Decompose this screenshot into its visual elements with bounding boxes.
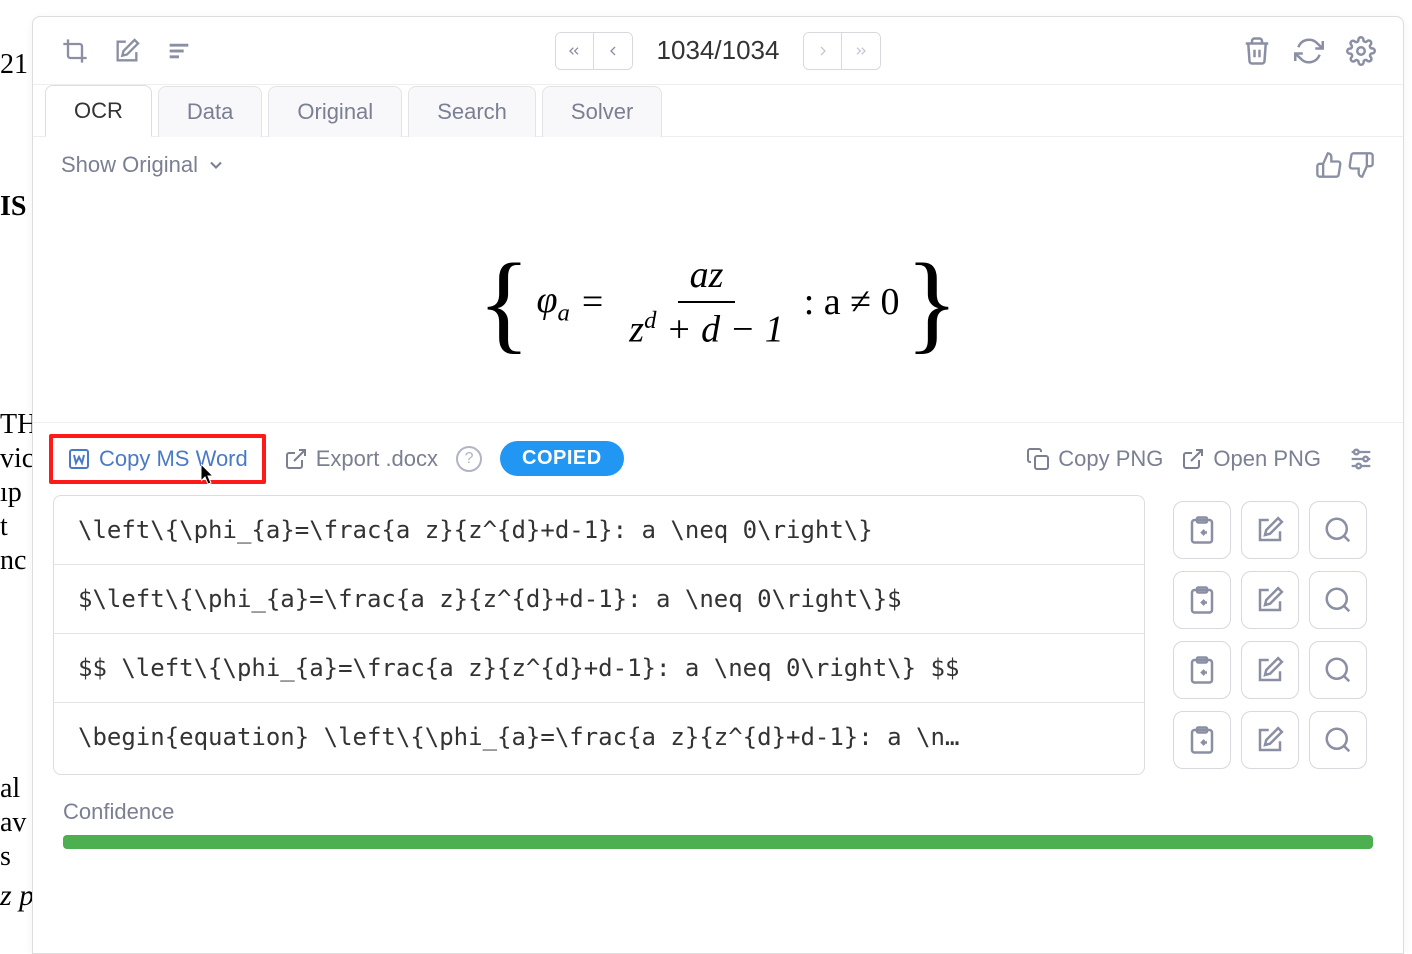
delete-button[interactable] <box>1235 29 1279 73</box>
thumbs-up-icon[interactable] <box>1315 151 1343 179</box>
copy-button[interactable] <box>1173 711 1231 769</box>
confidence-label: Confidence <box>63 799 1373 825</box>
copy-word-highlight: Copy MS Word <box>49 434 266 484</box>
page-navigator: 1034/1034 <box>555 32 882 70</box>
export-docx-label: Export .docx <box>316 446 438 472</box>
code-text[interactable]: $\left\{\phi_{a}=\frac{a z}{z^{d}+d-1}: … <box>54 565 1144 633</box>
bg-text: nc <box>0 542 26 580</box>
show-original-toggle[interactable]: Show Original <box>61 152 226 178</box>
bg-text: IS <box>0 188 26 226</box>
edit-button[interactable] <box>1241 641 1299 699</box>
confidence-section: Confidence <box>63 799 1373 849</box>
row-actions <box>1165 711 1383 769</box>
copy-button[interactable] <box>1173 571 1231 629</box>
edit-button[interactable] <box>1241 501 1299 559</box>
copy-button[interactable] <box>1173 641 1231 699</box>
tab-bar: OCR Data Original Search Solver <box>33 85 1403 137</box>
search-button[interactable] <box>1309 501 1367 559</box>
export-docx-button[interactable]: Export .docx <box>284 446 438 472</box>
crop-button[interactable] <box>53 29 97 73</box>
list-button[interactable] <box>157 29 201 73</box>
page-counter: 1034/1034 <box>645 35 792 66</box>
tab-ocr[interactable]: OCR <box>45 85 152 137</box>
copy-png-label: Copy PNG <box>1058 446 1163 472</box>
last-page-button[interactable] <box>842 33 880 69</box>
bg-text: t <box>0 508 8 546</box>
bg-text: 21 <box>0 46 28 84</box>
code-row: \begin{equation} \left\{\phi_{a}=\frac{a… <box>54 702 1144 771</box>
edit-button[interactable] <box>1241 571 1299 629</box>
tab-data[interactable]: Data <box>158 86 262 137</box>
action-bar: Copy MS Word Export .docx ? COPIED Copy … <box>33 422 1403 495</box>
code-row: $$ \left\{\phi_{a}=\frac{a z}{z^{d}+d-1}… <box>54 633 1144 702</box>
bg-text: av <box>0 804 26 842</box>
open-png-label: Open PNG <box>1213 446 1321 472</box>
copy-png-button[interactable]: Copy PNG <box>1026 446 1163 472</box>
bg-text: al <box>0 770 20 808</box>
edit-button[interactable] <box>1241 711 1299 769</box>
search-button[interactable] <box>1309 711 1367 769</box>
open-icon <box>1181 447 1205 471</box>
tab-solver[interactable]: Solver <box>542 86 662 137</box>
word-icon <box>67 447 91 471</box>
show-original-label: Show Original <box>61 152 198 178</box>
top-toolbar: 1034/1034 <box>33 17 1403 85</box>
cursor-icon <box>201 464 217 486</box>
search-button[interactable] <box>1309 571 1367 629</box>
row-actions <box>1165 501 1383 559</box>
search-button[interactable] <box>1309 641 1367 699</box>
equation: { φa = az zd + d − 1 : a ≠ 0 } <box>478 253 959 352</box>
copy-icon <box>1026 447 1050 471</box>
copy-ms-word-label: Copy MS Word <box>99 446 248 472</box>
tab-original[interactable]: Original <box>268 86 402 137</box>
thumbs-down-icon[interactable] <box>1347 151 1375 179</box>
code-list: \left\{\phi_{a}=\frac{a z}{z^{d}+d-1}: a… <box>53 495 1145 775</box>
code-text[interactable]: $$ \left\{\phi_{a}=\frac{a z}{z^{d}+d-1}… <box>54 634 1144 702</box>
sliders-button[interactable] <box>1339 437 1383 481</box>
bg-text: vic <box>0 440 34 478</box>
subheader: Show Original <box>33 137 1403 193</box>
next-page-button[interactable] <box>804 33 842 69</box>
confidence-bar <box>63 835 1373 849</box>
tab-search[interactable]: Search <box>408 86 536 137</box>
reload-button[interactable] <box>1287 29 1331 73</box>
copy-button[interactable] <box>1173 501 1231 559</box>
nav-first-prev <box>555 32 633 70</box>
row-actions <box>1165 571 1383 629</box>
bg-text: s <box>0 838 11 876</box>
code-row: $\left\{\phi_{a}=\frac{a z}{z^{d}+d-1}: … <box>54 564 1144 633</box>
bg-text: ıp <box>0 474 22 512</box>
code-text[interactable]: \begin{equation} \left\{\phi_{a}=\frac{a… <box>54 703 1144 771</box>
help-button[interactable]: ? <box>456 446 482 472</box>
code-text[interactable]: \left\{\phi_{a}=\frac{a z}{z^{d}+d-1}: a… <box>54 496 1144 564</box>
nav-next-last <box>803 32 881 70</box>
settings-button[interactable] <box>1339 29 1383 73</box>
export-icon <box>284 447 308 471</box>
edit-button[interactable] <box>105 29 149 73</box>
equation-preview: { φa = az zd + d − 1 : a ≠ 0 } <box>33 193 1403 422</box>
copied-badge: COPIED <box>500 441 624 476</box>
feedback-buttons <box>1315 151 1375 179</box>
prev-page-button[interactable] <box>594 33 632 69</box>
open-png-button[interactable]: Open PNG <box>1181 446 1321 472</box>
row-actions <box>1165 641 1383 699</box>
code-row: \left\{\phi_{a}=\frac{a z}{z^{d}+d-1}: a… <box>54 496 1144 564</box>
copy-ms-word-button[interactable]: Copy MS Word <box>67 446 248 472</box>
first-page-button[interactable] <box>556 33 594 69</box>
chevron-down-icon <box>206 155 226 175</box>
main-panel: 1034/1034 OCR Data Original Search <box>32 16 1404 954</box>
